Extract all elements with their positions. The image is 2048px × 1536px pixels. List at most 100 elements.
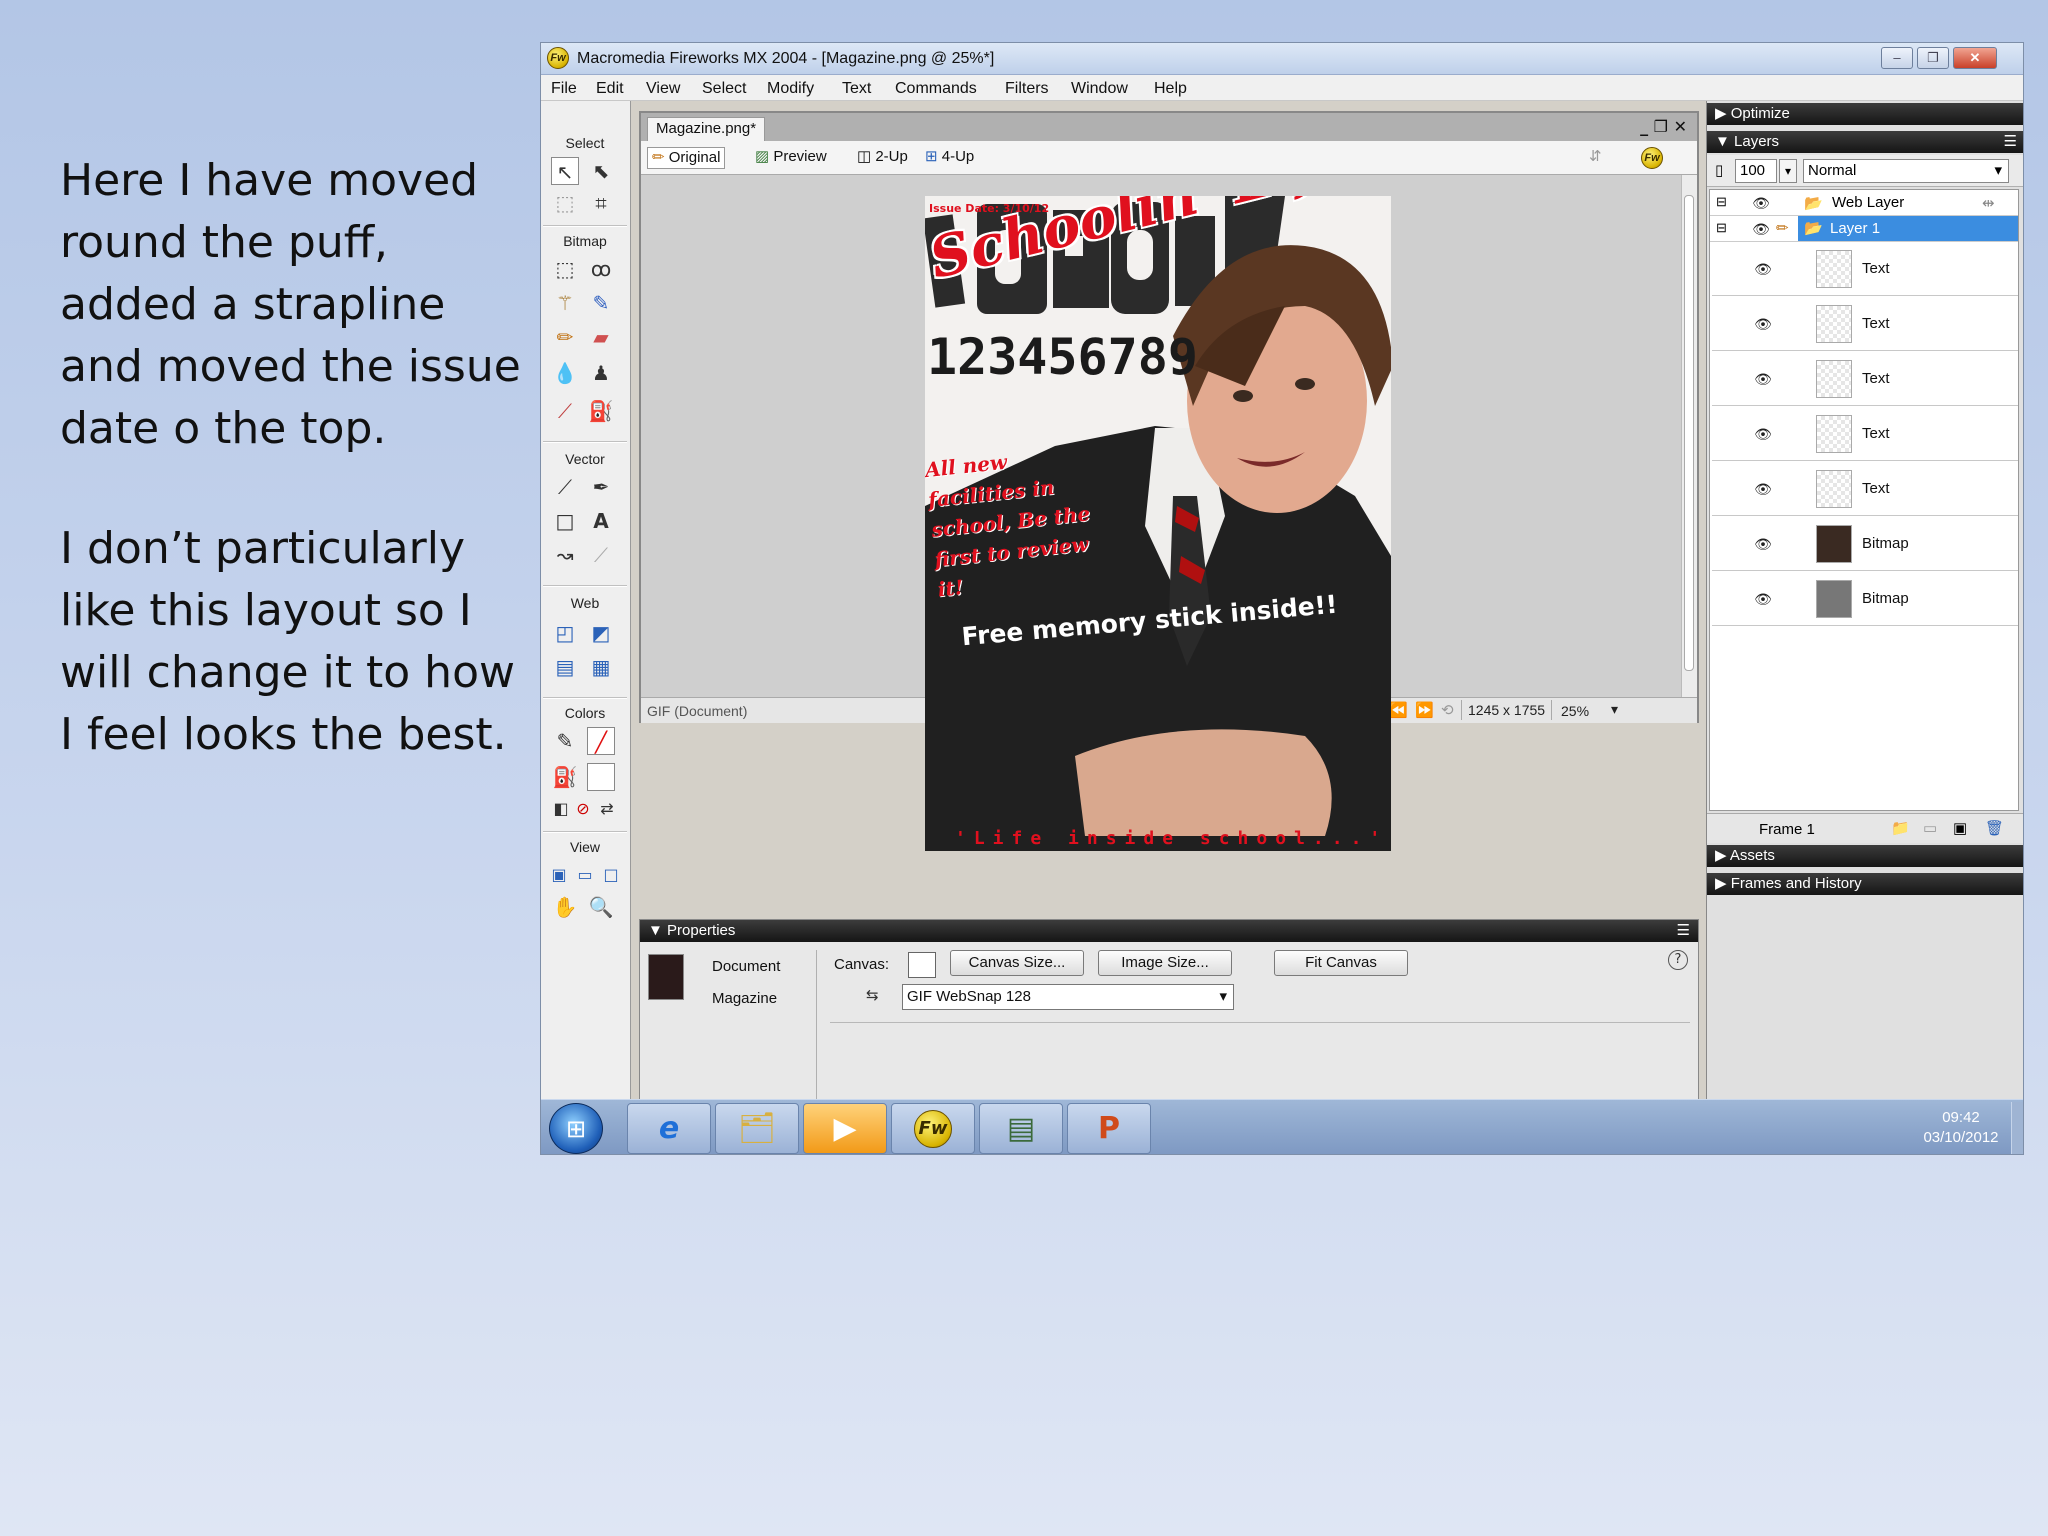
freeform-tool-icon[interactable]: ↝ — [551, 541, 579, 569]
brush-tool-icon[interactable]: ✎ — [587, 289, 615, 317]
zoom-dropdown-icon[interactable]: ▾ — [1611, 701, 1618, 718]
collapse-layer-icon[interactable]: ⊟ — [1716, 194, 1727, 210]
fit-canvas-button[interactable]: Fit Canvas — [1274, 950, 1408, 976]
menu-window[interactable]: Window — [1071, 80, 1128, 98]
layer-row-web[interactable]: ⊟ 👁 📂 Web Layer ⇹ — [1710, 190, 2018, 216]
eye-icon[interactable]: 👁 — [1752, 427, 1774, 441]
clock[interactable]: 09:42 03/10/2012 — [1921, 1108, 2001, 1148]
eye-icon[interactable]: 👁 — [1750, 222, 1772, 236]
object-row[interactable]: 👁 Text — [1712, 352, 2018, 406]
loop-icon[interactable]: ⟲ — [1441, 701, 1454, 719]
swap-colors-icon[interactable]: ⇄ — [593, 795, 621, 823]
menu-file[interactable]: File — [551, 80, 577, 98]
hand-tool-icon[interactable]: ✋ — [551, 893, 579, 921]
full-screen-icon[interactable]: □ — [597, 861, 625, 889]
quick-export-icon[interactable]: Fw — [1641, 147, 1663, 169]
optimize-panel-header[interactable]: ▶ Optimize — [1707, 103, 2023, 125]
canvas-size-button[interactable]: Canvas Size... — [950, 950, 1084, 976]
menu-help[interactable]: Help — [1154, 80, 1187, 98]
frames-history-panel-header[interactable]: ▶ Frames and History — [1707, 873, 2023, 895]
paint-bucket-icon[interactable]: ⛽ — [587, 397, 615, 425]
vertical-scrollbar[interactable] — [1681, 175, 1697, 697]
layer-row-layer1[interactable]: ⊟ 👁 ✏ 📂 Layer 1 — [1710, 216, 2018, 242]
fill-swatch[interactable] — [587, 763, 615, 791]
line-tool-icon[interactable]: ⟋ — [551, 473, 579, 501]
export-icon[interactable]: ⇵ — [1585, 147, 1606, 169]
cover-puff[interactable]: All new facilities in school, Be the fir… — [925, 438, 1108, 605]
internet-explorer-icon[interactable]: e — [627, 1103, 711, 1154]
tab-original[interactable]: ✏ Original — [647, 147, 726, 169]
zoom-level[interactable]: 25% — [1561, 703, 1589, 719]
eye-icon[interactable]: 👁 — [1750, 196, 1772, 210]
opacity-dropdown-icon[interactable]: ▾ — [1779, 159, 1797, 183]
app-window-icon[interactable]: ▤ — [979, 1103, 1063, 1154]
rectangle-tool-icon[interactable]: □ — [551, 507, 579, 535]
eraser-tool-icon[interactable]: ▰ — [587, 323, 615, 351]
slice-tool-icon[interactable]: ◩ — [587, 619, 615, 647]
lock-icon[interactable]: ⇹ — [1982, 194, 1995, 212]
tab-4up[interactable]: ⊞ 4-Up — [921, 147, 978, 169]
blur-tool-icon[interactable]: 💧 — [551, 359, 579, 387]
start-orb-icon[interactable]: ⊞ — [549, 1103, 603, 1154]
stroke-color-icon[interactable]: ✎ — [551, 727, 579, 755]
opacity-input[interactable]: 100 — [1735, 159, 1777, 183]
next-frame-icon[interactable]: ⏩ — [1415, 701, 1434, 719]
menu-filters[interactable]: Filters — [1005, 80, 1049, 98]
eye-icon[interactable]: 👁 — [1752, 317, 1774, 331]
menu-commands[interactable]: Commands — [895, 80, 977, 98]
object-row[interactable]: 👁 Text — [1712, 297, 2018, 351]
restore-icon[interactable]: ❐ — [1917, 47, 1949, 69]
doc-name[interactable]: Magazine — [712, 990, 777, 1007]
new-layer-icon[interactable]: ▣ — [1953, 819, 1967, 837]
properties-header[interactable]: ▼ Properties ☰ — [640, 920, 1698, 942]
doc-close-icon[interactable]: ✕ — [1674, 117, 1687, 136]
tab-preview[interactable]: ▨ Preview — [751, 147, 831, 169]
assets-panel-header[interactable]: ▶ Assets — [1707, 845, 2023, 867]
menu-view[interactable]: View — [646, 80, 680, 98]
crop-tool-icon[interactable]: ⌗ — [587, 189, 615, 217]
object-row[interactable]: 👁 Bitmap — [1712, 517, 2018, 571]
menu-modify[interactable]: Modify — [767, 80, 814, 98]
menu-text[interactable]: Text — [842, 80, 871, 98]
tab-2up[interactable]: ◫ 2-Up — [853, 147, 912, 169]
text-tool-icon[interactable]: A — [587, 507, 615, 535]
trash-icon[interactable]: 🗑 — [1985, 819, 2004, 837]
stroke-swatch[interactable]: ╱ — [587, 727, 615, 755]
eye-icon[interactable]: 👁 — [1752, 262, 1774, 276]
subselection-tool-icon[interactable]: ⬉ — [587, 157, 615, 185]
help-icon[interactable]: ? — [1668, 950, 1688, 970]
object-row[interactable]: 👁 Bitmap — [1712, 572, 2018, 626]
menu-select[interactable]: Select — [702, 80, 746, 98]
knife-tool-icon[interactable]: ⟋ — [587, 541, 615, 569]
minimize-icon[interactable]: – — [1881, 47, 1913, 69]
full-screen-menus-icon[interactable]: ▭ — [571, 861, 599, 889]
marquee-tool-icon[interactable]: ⬚ — [551, 255, 579, 283]
panel-options-icon[interactable]: ☰ — [2004, 131, 2017, 153]
hotspot-tool-icon[interactable]: ◰ — [551, 619, 579, 647]
show-slices-icon[interactable]: ▦ — [587, 653, 615, 681]
rubber-stamp-icon[interactable]: ♟ — [587, 359, 615, 387]
close-icon[interactable]: ✕ — [1953, 47, 1997, 69]
standard-screen-icon[interactable]: ▣ — [545, 861, 573, 889]
document-tab[interactable]: Magazine.png* — [647, 117, 766, 141]
new-sublayer-icon[interactable]: 📁 — [1891, 819, 1910, 837]
image-size-button[interactable]: Image Size... — [1098, 950, 1232, 976]
media-player-icon[interactable]: ▶ — [803, 1103, 887, 1154]
scroll-thumb[interactable] — [1684, 195, 1694, 671]
magic-wand-icon[interactable]: ⚚ — [551, 289, 579, 317]
optimize-select[interactable]: GIF WebSnap 128 ▾ — [902, 984, 1234, 1010]
pencil-tool-icon[interactable]: ✏ — [551, 323, 579, 351]
blend-mode-select[interactable]: Normal ▾ — [1803, 159, 2009, 183]
canvas-color-swatch[interactable] — [908, 952, 936, 978]
eye-icon[interactable]: 👁 — [1752, 537, 1774, 551]
mask-icon[interactable]: ▭ — [1923, 819, 1937, 837]
pen-tool-icon[interactable]: ✒ — [587, 473, 615, 501]
show-desktop-button[interactable] — [2011, 1102, 2023, 1154]
pointer-tool-icon[interactable]: ↖ — [551, 157, 579, 185]
panel-options-icon[interactable]: ☰ — [1677, 920, 1690, 942]
eye-icon[interactable]: 👁 — [1752, 482, 1774, 496]
fireworks-icon[interactable]: Fw — [891, 1103, 975, 1154]
eye-icon[interactable]: 👁 — [1752, 592, 1774, 606]
lasso-tool-icon[interactable]: ꝏ — [587, 255, 615, 283]
eyedropper-icon[interactable]: ⟋ — [551, 397, 579, 425]
